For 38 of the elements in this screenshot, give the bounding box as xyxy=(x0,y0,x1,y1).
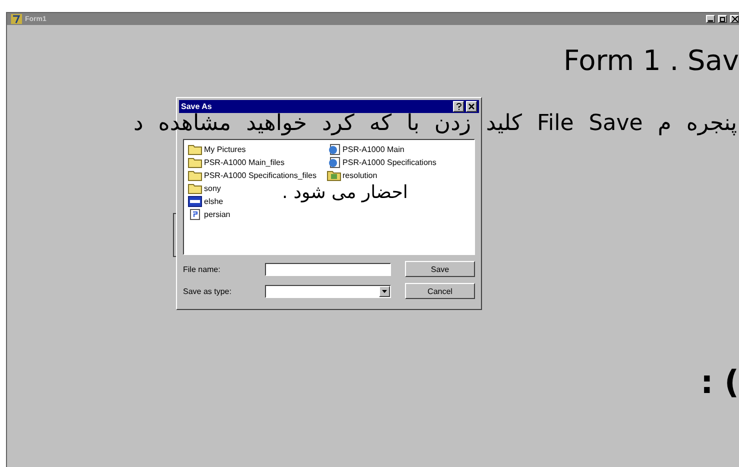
folder-icon xyxy=(188,170,202,181)
minimize-button[interactable] xyxy=(706,15,715,23)
folder-icon xyxy=(188,157,202,168)
dialog-title: Save As xyxy=(181,102,213,111)
slide-text: پنجره م File Save کلید زدن با که کرد خواهید مشاهده د xyxy=(134,111,737,138)
globe-document-icon xyxy=(326,157,341,168)
save-button[interactable]: Save xyxy=(405,261,475,277)
help-button[interactable] xyxy=(453,101,464,112)
globe-document-icon xyxy=(326,144,341,155)
folder-icon xyxy=(188,183,202,194)
document-icon xyxy=(188,209,202,220)
close-button[interactable] xyxy=(730,15,739,23)
file-item[interactable]: PSR-A1000 Main_files xyxy=(188,156,284,169)
restore-button[interactable] xyxy=(718,15,727,23)
restore-icon xyxy=(720,16,726,22)
app-icon xyxy=(11,14,22,24)
help-icon xyxy=(456,103,462,110)
file-item[interactable]: persian xyxy=(188,208,230,221)
archive-icon xyxy=(326,170,341,181)
file-item[interactable]: PSR-A1000 Specifications xyxy=(326,156,436,169)
save-type-dropdown[interactable] xyxy=(265,284,391,298)
close-icon xyxy=(468,103,475,110)
file-name-field[interactable] xyxy=(265,262,391,276)
file-item[interactable]: PSR-A1000 Main xyxy=(326,143,404,156)
cancel-button[interactable]: Cancel xyxy=(405,283,475,299)
slide-text: احضار می شود . xyxy=(282,182,408,204)
save-type-label: Save as type: xyxy=(183,286,232,296)
close-icon xyxy=(732,16,738,22)
file-item[interactable]: elshe xyxy=(188,195,224,208)
image-file-icon xyxy=(188,196,202,207)
slide-text: : ( xyxy=(700,363,739,402)
folder-icon xyxy=(188,144,202,155)
file-item[interactable]: PSR-A1000 Specifications_files xyxy=(188,169,317,182)
file-item[interactable]: sony xyxy=(188,182,221,195)
file-item[interactable]: My Pictures xyxy=(188,143,246,156)
slide-text: Form 1 . Sav xyxy=(564,44,739,78)
file-name-label: File name: xyxy=(183,264,222,274)
file-item[interactable]: resolution xyxy=(326,169,378,182)
